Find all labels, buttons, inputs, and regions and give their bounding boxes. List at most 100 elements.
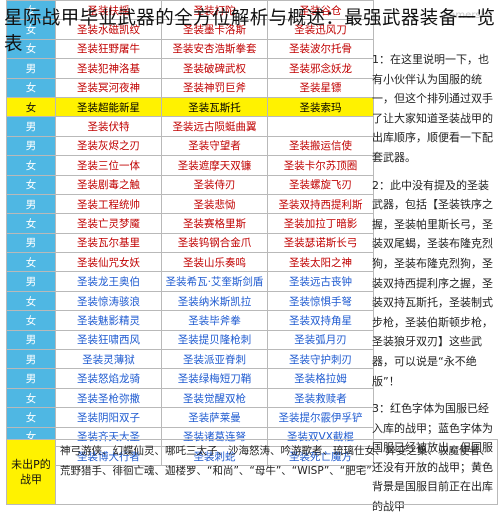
weapon-cell: 圣装山乐奏鸣 [161, 252, 268, 273]
weapon-cell: 圣装救赎者 [267, 387, 374, 409]
weapon-cell: 圣装纳米斯凯拉 [161, 290, 268, 312]
table-row: 女圣装三位一体 圣装遮摩天双镰 圣装卡尔苏顶圈 [6, 155, 374, 176]
weapon-cell: 圣装狂啸西风 [55, 329, 162, 351]
weapon-cell: 圣装守护刺刃 [267, 349, 374, 370]
weapon-cell: 圣装悲恸 [161, 193, 268, 215]
weapon-cell: 圣装远古陨蜓曲翼 [161, 116, 268, 137]
gender-cell: 女 [6, 290, 56, 312]
weapon-cell: 圣装索玛 [267, 96, 374, 118]
weapon-cell: 圣装圣枪弥撒 [55, 387, 162, 409]
gender-cell: 女 [6, 310, 56, 331]
table-row: 男圣装犯神洛基 圣装破碑武权 圣装邪念妖龙 [6, 58, 374, 79]
weapon-table: 女圣装扶摇 圣装打陀 圣装谷仓女圣装水磁凯纹 圣装墨卡洛斯 圣装迅风刀女圣装狂野屠牛 圣装… [6, 0, 374, 467]
gender-cell: 女 [6, 252, 56, 273]
unreleased-label: 未出P的战甲 [7, 440, 56, 504]
weapon-cell: 圣装瑟诺斯长弓 [267, 232, 374, 254]
weapon-cell: 圣装魅影精灵 [55, 310, 162, 331]
weapon-cell: 圣装遮摩天双镰 [161, 155, 268, 176]
weapon-cell: 圣装剧毒之触 [55, 174, 162, 195]
weapon-cell: 圣装仙咒女妖 [55, 252, 162, 273]
table-row: 女圣装圣枪弥撒 圣装觉醒双枪 圣装救赎者 [6, 387, 374, 409]
weapon-cell: 圣装破碑武权 [161, 58, 268, 79]
weapon-cell: 圣装惊涛骇浪 [55, 290, 162, 312]
table-row: 女圣装超能新星 圣装瓦斯托 圣装索玛 [6, 96, 374, 118]
weapon-cell: 圣装怒焰龙骑 [55, 368, 162, 389]
weapon-cell: 圣装工程统帅 [55, 193, 162, 215]
weapon-cell: 圣装侍刃 [161, 174, 268, 195]
table-row: 女圣装剧毒之触 圣装侍刃 圣装螺旋飞刃 [6, 174, 374, 195]
weapon-cell: 圣装萨莱曼 [161, 407, 268, 428]
gender-cell: 女 [6, 96, 56, 118]
gender-cell: 男 [6, 329, 56, 351]
weapon-cell: 圣装搬运信使 [267, 135, 374, 157]
weapon-cell: 圣装加拉丁暗影 [267, 213, 374, 234]
table-row: 男圣装龙王奥伯 圣装希瓦·艾奎斯剑盾 圣装远古丧钟 [6, 271, 374, 292]
weapon-cell: 圣装灵薄狱 [55, 349, 162, 370]
weapon-cell: 圣装瓦斯托 [161, 96, 268, 118]
weapon-cell: 圣装毕斧拳 [161, 310, 268, 331]
weapon-cell: 圣装希瓦·艾奎斯剑盾 [161, 271, 268, 292]
gender-cell: 男 [6, 193, 56, 215]
weapon-cell: 圣装惊惧手弩 [267, 290, 374, 312]
table-row: 男圣装工程统帅 圣装悲恸 圣装双持西提利斯 [6, 193, 374, 215]
gender-cell: 男 [6, 349, 56, 370]
weapon-cell: 圣装阴阳双子 [55, 407, 162, 428]
weapon-cell: 圣装邪念妖龙 [267, 58, 374, 79]
weapon-cell: 圣装螺旋飞刃 [267, 174, 374, 195]
gender-cell: 女 [6, 77, 56, 98]
gender-cell: 男 [6, 368, 56, 389]
weapon-cell: 圣装钨钢合金爪 [161, 232, 268, 254]
table-row: 男圣装瓦尔基里 圣装钨钢合金爪 圣装瑟诺斯长弓 [6, 232, 374, 254]
gender-cell: 女 [6, 213, 56, 234]
page-title: 星际战甲毕业武器的全方位解析与概述：最强武器装备一览表 [4, 8, 496, 55]
table-row: 男圣装怒焰龙骑 圣装绿梅短刀鞘 圣装格拉姆 [6, 368, 374, 389]
weapon-cell: 圣装亡灵梦魇 [55, 213, 162, 234]
table-row: 男圣装狂啸西风 圣装提贝隆枪刺 圣装弧月刃 [6, 329, 374, 351]
table-row: 男圣装灵薄狱 圣装派亚脊刺 圣装守护刺刃 [6, 349, 374, 370]
weapon-cell: 圣装格拉姆 [267, 368, 374, 389]
note-2: 2：此中没有提及的圣装武器，包括【圣装铁序之握，圣装帕里斯长弓，圣装双尾蝎，圣装… [372, 178, 493, 388]
unreleased-list: 神弓游侠、幻蝶仙灵、哪吒三太子、沙海怒涛、吟游歌者、琉璃仕女、异变之巢、驭魔使者… [60, 445, 491, 477]
weapon-cell: 圣装双持角星 [267, 310, 374, 331]
gender-cell: 男 [6, 271, 56, 292]
weapon-cell: 圣装瓦尔基里 [55, 232, 162, 254]
weapon-cell: 圣装远古丧钟 [267, 271, 374, 292]
weapon-cell: 圣装犯神洛基 [55, 58, 162, 79]
weapon-cell: 圣装卡尔苏顶圈 [267, 155, 374, 176]
weapon-cell: 圣装三位一体 [55, 155, 162, 176]
gender-cell: 男 [6, 135, 56, 157]
gender-cell: 女 [6, 387, 56, 409]
weapon-cell: 圣装冥河夜神 [55, 77, 162, 98]
gender-cell: 男 [6, 232, 56, 254]
weapon-cell: 圣装太阳之神 [267, 252, 374, 273]
gender-cell: 男 [6, 58, 56, 79]
table-row: 女圣装仙咒女妖 圣装山乐奏鸣 圣装太阳之神 [6, 252, 374, 273]
weapon-cell: 圣装伏特 [55, 116, 162, 137]
unreleased-warframes-row: 未出P的战甲 神弓游侠、幻蝶仙灵、哪吒三太子、沙海怒涛、吟游歌者、琉璃仕女、异变… [6, 439, 498, 505]
table-row: 女圣装冥河夜神 圣装神罚巨斧 圣装星镖 [6, 77, 374, 98]
weapon-cell: 圣装绿梅短刀鞘 [161, 368, 268, 389]
weapon-cell: 圣装弧月刃 [267, 329, 374, 351]
weapon-cell: 圣装神罚巨斧 [161, 77, 268, 98]
weapon-cell: 圣装星镖 [267, 77, 374, 98]
weapon-cell: 圣装超能新星 [55, 96, 162, 118]
table-row: 男圣装伏特 圣装远古陨蜓曲翼 [6, 116, 374, 137]
table-row: 女圣装惊涛骇浪 圣装纳米斯凯拉 圣装惊惧手弩 [6, 290, 374, 312]
weapon-cell: 圣装双持西提利斯 [267, 193, 374, 215]
weapon-cell: 圣装派亚脊刺 [161, 349, 268, 370]
gender-cell: 男 [6, 116, 56, 137]
gender-cell: 女 [6, 155, 56, 176]
gender-cell: 女 [6, 174, 56, 195]
table-row: 男圣装灰烬之刃 圣装守望者 圣装搬运信使 [6, 135, 374, 157]
gender-cell: 女 [6, 407, 56, 428]
weapon-cell: 圣装提贝隆枪刺 [161, 329, 268, 351]
table-row: 女圣装亡灵梦魇 圣装赛格里斯 圣装加拉丁暗影 [6, 213, 374, 234]
weapon-cell: 圣装灰烬之刃 [55, 135, 162, 157]
table-row: 女圣装魅影精灵 圣装毕斧拳 圣装双持角星 [6, 310, 374, 331]
weapon-cell [267, 116, 374, 137]
table-row: 女圣装阴阳双子 圣装萨莱曼 圣装提尔霰伊孚铲 [6, 407, 374, 428]
weapon-cell: 圣装赛格里斯 [161, 213, 268, 234]
weapon-cell: 圣装龙王奥伯 [55, 271, 162, 292]
note-1: 1：在这里说明一下，也有小伙伴认为国服的统一，但这个排列通过双手了让大家知道圣装… [372, 53, 493, 164]
weapon-cell: 圣装守望者 [161, 135, 268, 157]
